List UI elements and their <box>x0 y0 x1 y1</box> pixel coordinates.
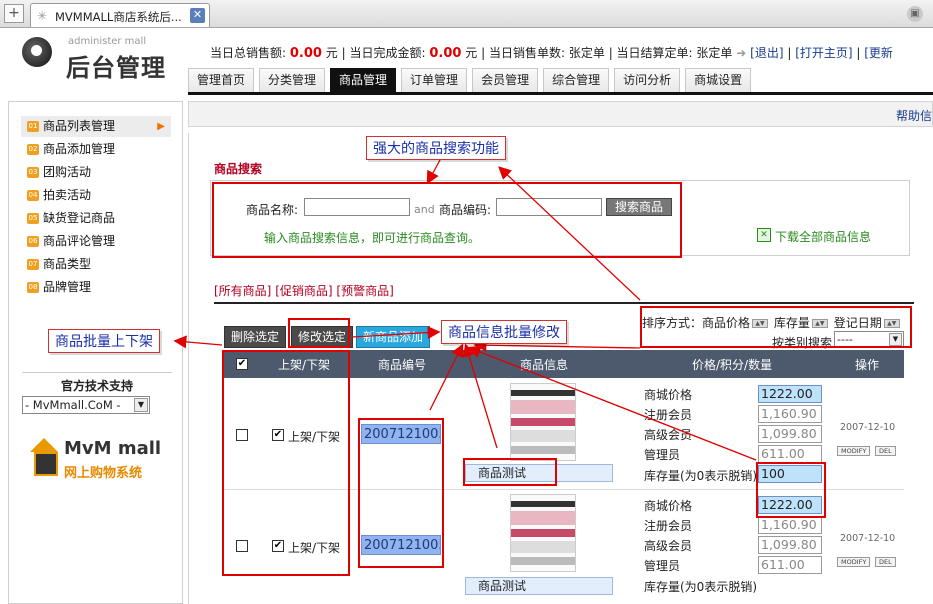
callout-batch-shelf: 商品批量上下架 <box>48 329 160 353</box>
callout-search-feature: 强大的商品搜索功能 <box>366 136 506 160</box>
annotation-arrows <box>173 159 757 461</box>
callout-batch-edit: 商品信息批量修改 <box>441 320 567 344</box>
